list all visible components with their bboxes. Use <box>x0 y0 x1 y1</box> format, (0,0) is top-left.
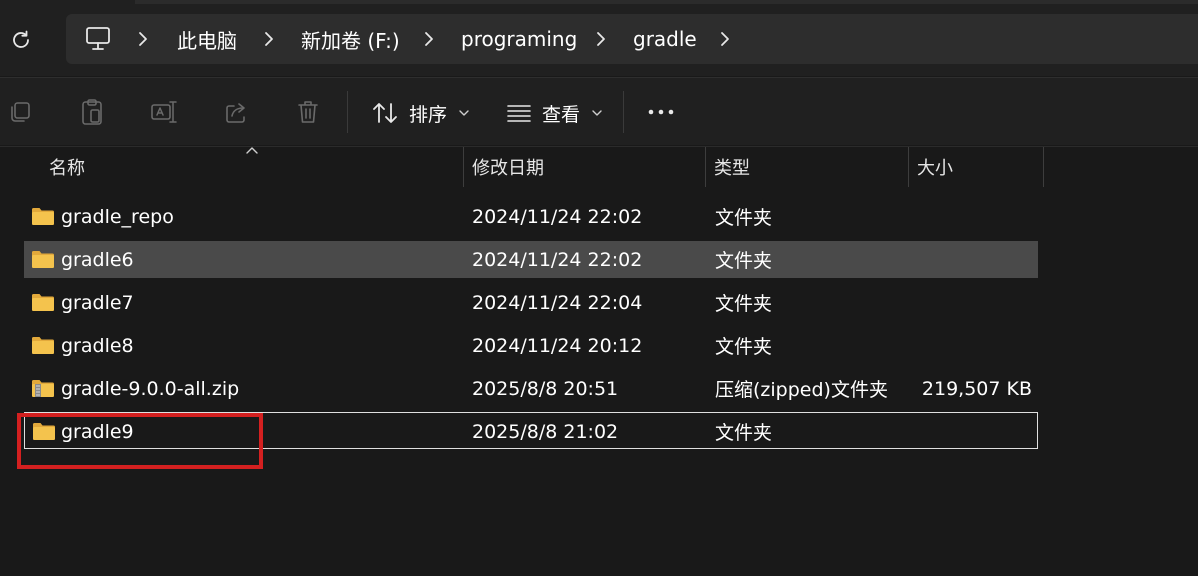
folder-icon <box>32 251 54 268</box>
column-header-name[interactable]: 名称 <box>49 147 85 187</box>
tab-strip <box>135 0 1198 4</box>
file-row-gradle-zip[interactable]: gradle-9.0.0-all.zip 2025/8/8 20:51 压缩(z… <box>24 370 1038 407</box>
file-type: 压缩(zipped)文件夹 <box>715 379 888 401</box>
file-modified: 2024/11/24 22:02 <box>472 248 643 271</box>
address-bar-region: 此电脑 新加卷 (F:) programing gradle <box>0 0 1198 76</box>
file-type: 文件夹 <box>715 336 773 358</box>
more-icon <box>648 109 674 115</box>
command-bar: 排序 查看 <box>0 77 1198 145</box>
file-name: gradle7 <box>61 291 134 314</box>
file-modified: 2024/11/24 20:12 <box>472 334 643 357</box>
breadcrumb-separator-icon[interactable] <box>716 14 734 64</box>
share-button[interactable] <box>222 98 250 126</box>
rename-button[interactable] <box>150 98 178 126</box>
view-list-icon <box>507 105 531 122</box>
computer-icon[interactable] <box>84 26 112 52</box>
folder-icon <box>32 208 54 225</box>
sort-ascending-icon <box>246 147 258 154</box>
file-row-gradle6[interactable]: gradle6 2024/11/24 22:02 文件夹 <box>24 241 1038 278</box>
column-header: 名称 修改日期 类型 大小 <box>0 147 1198 187</box>
file-size <box>914 327 1032 364</box>
sort-button[interactable]: 排序 <box>371 96 469 130</box>
file-name: gradle6 <box>61 248 134 271</box>
file-name: gradle-9.0.0-all.zip <box>61 377 240 400</box>
file-modified: 2025/8/8 20:51 <box>472 377 619 400</box>
column-divider[interactable] <box>908 147 909 187</box>
column-header-modified[interactable]: 修改日期 <box>472 147 544 187</box>
breadcrumb-separator-icon[interactable] <box>260 14 278 64</box>
refresh-icon <box>13 30 29 48</box>
more-options-button[interactable] <box>647 98 675 126</box>
breadcrumb-programing[interactable]: programing <box>461 14 577 64</box>
file-size: 219,507 KB <box>921 377 1032 400</box>
breadcrumb-separator-icon[interactable] <box>420 14 438 64</box>
file-size <box>914 241 1032 278</box>
file-size <box>914 413 1032 450</box>
chevron-down-icon <box>592 110 602 116</box>
copy-button[interactable] <box>6 98 34 126</box>
breadcrumb-separator-icon[interactable] <box>134 14 152 64</box>
breadcrumb-this-pc[interactable]: 此电脑 <box>177 14 237 64</box>
sort-arrows-icon <box>373 103 397 123</box>
file-row-gradle7[interactable]: gradle7 2024/11/24 22:04 文件夹 <box>24 284 1038 321</box>
column-divider[interactable] <box>1043 147 1044 187</box>
view-button[interactable]: 查看 <box>506 96 602 130</box>
folder-icon <box>33 423 55 440</box>
breadcrumb-separator-icon[interactable] <box>592 14 610 64</box>
file-row-gradle8[interactable]: gradle8 2024/11/24 20:12 文件夹 <box>24 327 1038 364</box>
breadcrumb-drive-f[interactable]: 新加卷 (F:) <box>301 14 400 64</box>
zip-folder-icon <box>32 380 54 397</box>
file-list: 名称 修改日期 类型 大小 gradle_repo 2024/11/24 22:… <box>0 146 1198 576</box>
column-divider[interactable] <box>705 147 706 187</box>
refresh-button[interactable] <box>6 24 36 56</box>
toolbar-divider <box>347 91 348 133</box>
column-header-type[interactable]: 类型 <box>714 147 750 187</box>
file-type: 文件夹 <box>715 293 773 315</box>
column-header-size[interactable]: 大小 <box>917 147 953 187</box>
file-type: 文件夹 <box>715 207 773 229</box>
share-icon <box>226 103 245 123</box>
chevron-down-icon <box>459 110 469 116</box>
toolbar-divider <box>623 91 624 133</box>
file-row-gradle-repo[interactable]: gradle_repo 2024/11/24 22:02 文件夹 <box>24 198 1038 235</box>
file-name: gradle8 <box>61 334 134 357</box>
paste-icon <box>82 99 102 125</box>
trash-icon <box>298 101 318 123</box>
file-type: 文件夹 <box>715 250 773 272</box>
file-row-gradle9[interactable]: gradle9 2025/8/8 21:02 文件夹 <box>24 412 1038 449</box>
breadcrumb-gradle[interactable]: gradle <box>633 14 697 64</box>
address-box[interactable]: 此电脑 新加卷 (F:) programing gradle <box>66 14 1198 64</box>
file-modified: 2025/8/8 21:02 <box>472 420 619 443</box>
folder-icon <box>32 294 54 311</box>
paste-button[interactable] <box>78 98 106 126</box>
file-size <box>914 198 1032 235</box>
sort-label: 排序 <box>409 103 448 126</box>
copy-icon <box>11 102 30 122</box>
file-name: gradle9 <box>61 420 134 443</box>
column-divider[interactable] <box>463 147 464 187</box>
view-label: 查看 <box>542 103 581 126</box>
delete-button[interactable] <box>294 98 322 126</box>
file-modified: 2024/11/24 22:02 <box>472 205 643 228</box>
file-size <box>914 284 1032 321</box>
rename-icon <box>151 101 177 123</box>
file-modified: 2024/11/24 22:04 <box>472 291 643 314</box>
folder-icon <box>32 337 54 354</box>
file-name: gradle_repo <box>61 205 174 228</box>
file-type: 文件夹 <box>715 422 773 444</box>
